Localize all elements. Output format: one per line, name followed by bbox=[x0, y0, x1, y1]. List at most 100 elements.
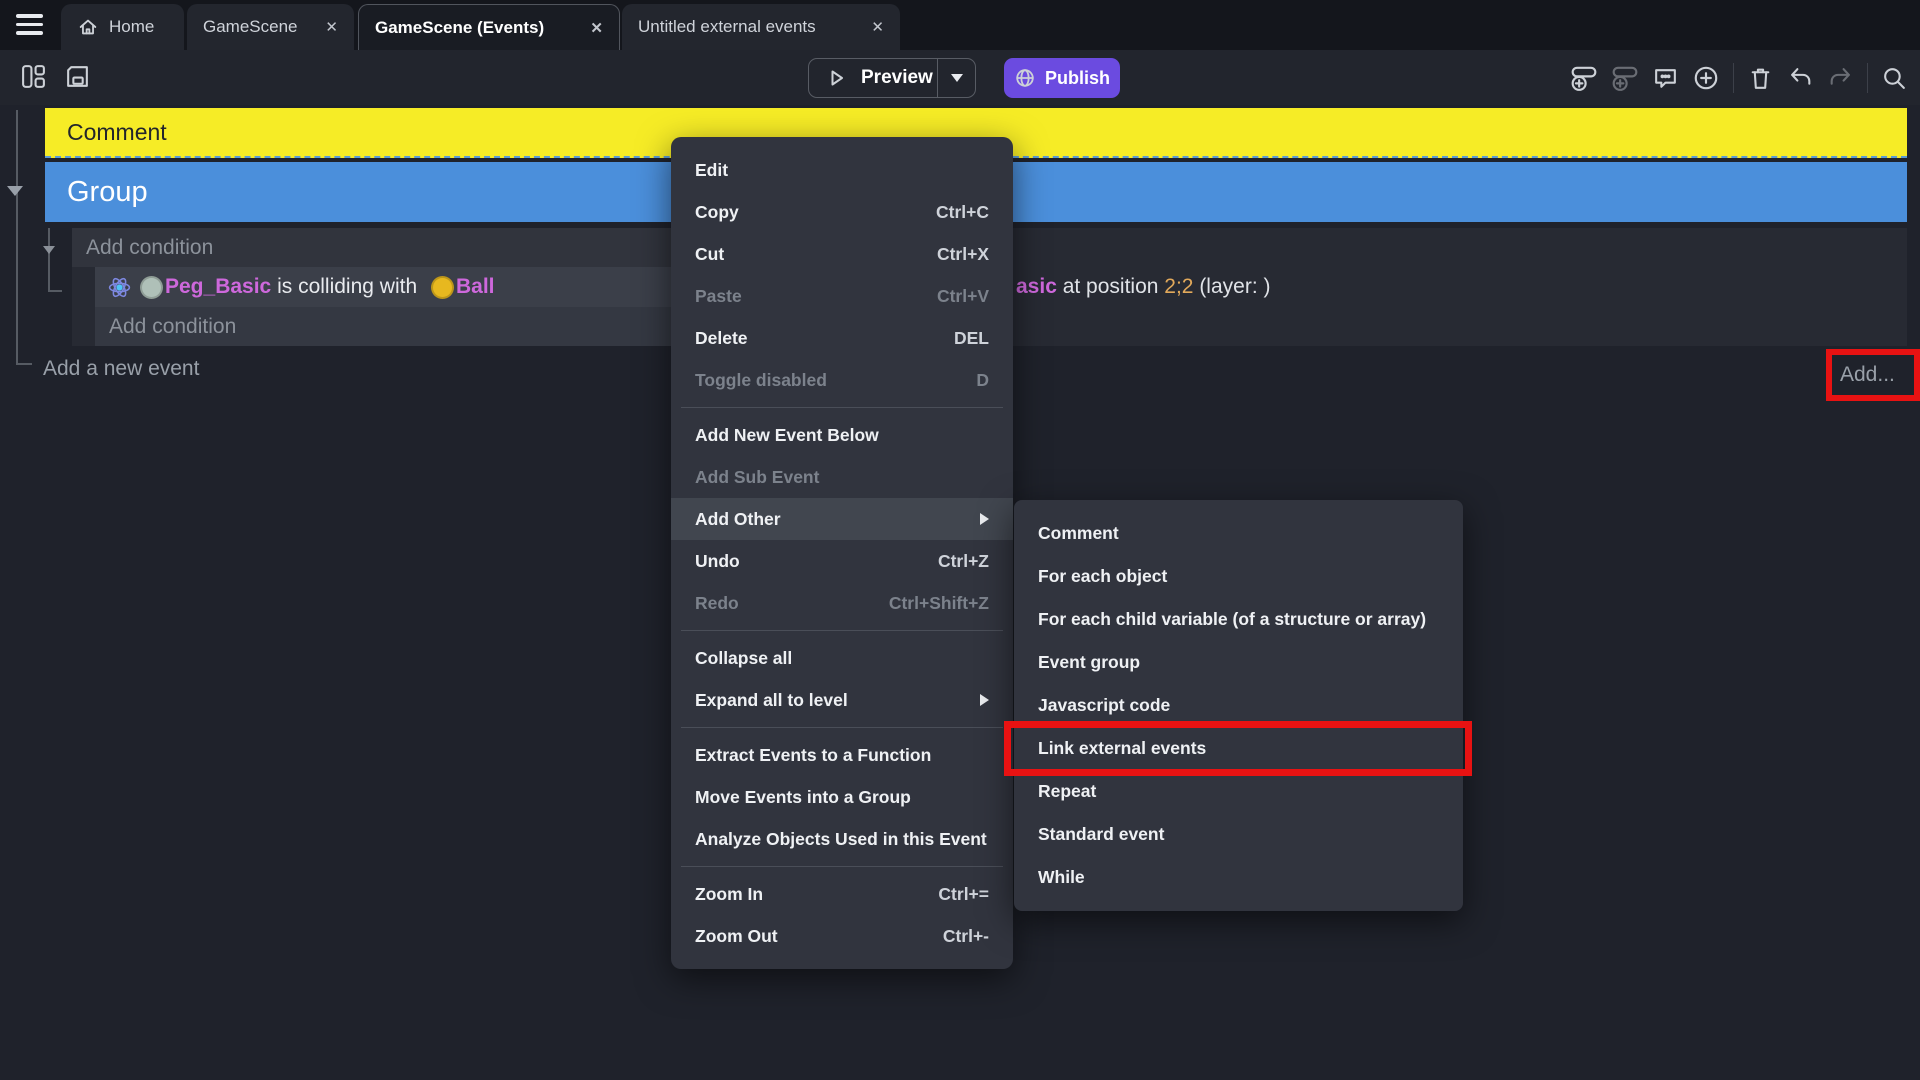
menu-item-paste[interactable]: Paste Ctrl+V bbox=[671, 275, 1013, 317]
menu-item-move-events-into-a-group[interactable]: Move Events into a Group bbox=[671, 776, 1013, 818]
menu-item-for-each-child-variable-of-a-structure-or-array[interactable]: For each child variable (of a structure … bbox=[1014, 598, 1463, 641]
project-manager-panels-icon[interactable] bbox=[20, 63, 47, 90]
menu-item-label: Extract Events to a Function bbox=[695, 745, 931, 766]
menu-item-analyze-objects-used-in-this-event[interactable]: Analyze Objects Used in this Event bbox=[671, 818, 1013, 860]
search-icon[interactable] bbox=[1881, 65, 1908, 92]
menu-item-event-group[interactable]: Event group bbox=[1014, 641, 1463, 684]
menu-item-shortcut: DEL bbox=[954, 328, 989, 349]
menu-item-shortcut: Ctrl+V bbox=[937, 286, 989, 307]
menu-item-toggle-disabled[interactable]: Toggle disabledD bbox=[671, 359, 1013, 401]
menu-item-link-external-events[interactable]: Link external events bbox=[1014, 727, 1463, 770]
menu-item-extract-events-to-a-function[interactable]: Extract Events to a Function bbox=[671, 734, 1013, 776]
menu-item-label: While bbox=[1038, 867, 1085, 888]
menu-item-javascript-code[interactable]: Javascript code bbox=[1014, 684, 1463, 727]
menu-item-label: Comment bbox=[1038, 523, 1119, 544]
close-icon[interactable] bbox=[871, 18, 884, 36]
tab-label: GameScene bbox=[203, 17, 298, 37]
condition-text: Peg_Basic is colliding with Ball bbox=[132, 275, 494, 299]
context-menu: Edit CopyCtrl+CCutCtrl+X Paste Ctrl+V Delete… bbox=[671, 137, 1013, 969]
close-icon[interactable] bbox=[325, 18, 338, 36]
main-menu-icon[interactable] bbox=[16, 14, 43, 36]
save-icon[interactable] bbox=[64, 63, 91, 90]
submenu-arrow-icon bbox=[980, 513, 989, 525]
menu-item-label: Standard event bbox=[1038, 824, 1164, 845]
menu-item-for-each-object[interactable]: For each object bbox=[1014, 555, 1463, 598]
text-segment: asic bbox=[1016, 275, 1057, 299]
chevron-down-icon bbox=[951, 74, 963, 82]
menu-item-standard-event[interactable]: Standard event bbox=[1014, 813, 1463, 856]
action-fragment[interactable]: asic at position 2;2 (layer: ) bbox=[1016, 267, 1271, 307]
menu-item-delete[interactable]: DeleteDEL bbox=[671, 317, 1013, 359]
menu-separator bbox=[681, 630, 1003, 631]
close-icon[interactable] bbox=[590, 19, 603, 37]
add-other-event-icon[interactable] bbox=[1692, 64, 1720, 92]
menu-item-collapse-all[interactable]: Collapse all bbox=[671, 637, 1013, 679]
menu-item-label: Undo bbox=[695, 551, 740, 572]
collapse-arrow-icon[interactable] bbox=[7, 186, 23, 196]
add-button[interactable]: Add... bbox=[1840, 363, 1895, 387]
tab-untitled-external-events[interactable]: Untitled external events bbox=[622, 4, 900, 50]
menu-item-repeat[interactable]: Repeat bbox=[1014, 770, 1463, 813]
tab-gamescene[interactable]: GameScene bbox=[187, 4, 354, 50]
menu-item-label: For each object bbox=[1038, 566, 1167, 587]
divider bbox=[1867, 63, 1868, 93]
submenu-arrow-icon bbox=[980, 694, 989, 706]
collapse-arrow-icon[interactable] bbox=[43, 246, 55, 254]
menu-separator bbox=[681, 407, 1003, 408]
preview-label: Preview bbox=[861, 67, 933, 89]
menu-item-redo[interactable]: RedoCtrl+Shift+Z bbox=[671, 582, 1013, 624]
menu-item-label: Zoom Out bbox=[695, 926, 778, 947]
add-sub-event-icon[interactable] bbox=[1611, 64, 1639, 92]
tab-gamescene-events[interactable]: GameScene (Events) bbox=[358, 4, 620, 50]
add-comment-icon[interactable] bbox=[1652, 65, 1679, 92]
undo-icon[interactable] bbox=[1787, 65, 1814, 92]
tree-line bbox=[16, 363, 32, 365]
delete-icon[interactable] bbox=[1747, 65, 1774, 92]
publish-label: Publish bbox=[1045, 68, 1110, 89]
tab-home[interactable]: Home bbox=[61, 4, 184, 50]
menu-item-label: Edit bbox=[695, 160, 728, 181]
menu-item-zoom-in[interactable]: Zoom In Ctrl+= bbox=[671, 873, 1013, 915]
menu-item-label: Event group bbox=[1038, 652, 1140, 673]
menu-item-label: Link external events bbox=[1038, 738, 1206, 759]
group-title: Group bbox=[67, 176, 148, 209]
add-event-icon[interactable] bbox=[1570, 64, 1598, 92]
preview-options-dropdown[interactable] bbox=[938, 59, 975, 97]
redo-icon[interactable] bbox=[1827, 65, 1854, 92]
add-new-event-link[interactable]: Add a new event bbox=[43, 357, 199, 381]
menu-item-add-other[interactable]: Add Other bbox=[671, 498, 1013, 540]
tree-line bbox=[16, 110, 18, 363]
menu-item-label: Zoom In bbox=[695, 884, 763, 905]
menu-item-shortcut: Ctrl+C bbox=[936, 202, 989, 223]
menu-item-add-sub-event[interactable]: Add Sub Event bbox=[671, 456, 1013, 498]
menu-item-cut[interactable]: CutCtrl+X bbox=[671, 233, 1013, 275]
menu-item-copy[interactable]: CopyCtrl+C bbox=[671, 191, 1013, 233]
tree-line bbox=[48, 290, 62, 292]
text-segment: 2;2 bbox=[1164, 275, 1193, 299]
menu-item-label: Paste bbox=[695, 286, 742, 307]
add-condition-label: Add condition bbox=[86, 236, 213, 260]
menu-item-label: Javascript code bbox=[1038, 695, 1170, 716]
menu-item-shortcut: Ctrl+= bbox=[938, 884, 989, 905]
menu-item-comment[interactable]: Comment bbox=[1014, 512, 1463, 555]
menu-item-label: Add Sub Event bbox=[695, 467, 819, 488]
menu-item-shortcut: Ctrl+Shift+Z bbox=[889, 593, 989, 614]
object-thumbnail bbox=[140, 276, 163, 299]
annotation-red-box-add: Add... bbox=[1826, 349, 1920, 401]
tab-label: GameScene (Events) bbox=[375, 18, 544, 38]
menu-item-label: Collapse all bbox=[695, 648, 792, 669]
comment-text: Comment bbox=[67, 119, 167, 146]
menu-item-undo[interactable]: UndoCtrl+Z bbox=[671, 540, 1013, 582]
publish-button[interactable]: Publish bbox=[1004, 58, 1120, 98]
menu-item-shortcut: Ctrl+X bbox=[937, 244, 989, 265]
physics-collision-icon bbox=[107, 275, 132, 300]
menu-item-edit[interactable]: Edit bbox=[671, 149, 1013, 191]
menu-item-add-new-event-below[interactable]: Add New Event Below bbox=[671, 414, 1013, 456]
preview-button[interactable]: Preview bbox=[808, 58, 976, 98]
menu-item-label: Repeat bbox=[1038, 781, 1096, 802]
menu-item-expand-all-to-level[interactable]: Expand all to level bbox=[671, 679, 1013, 721]
menu-item-zoom-out[interactable]: Zoom OutCtrl+- bbox=[671, 915, 1013, 957]
divider bbox=[1733, 63, 1734, 93]
text-segment: is colliding with bbox=[271, 275, 423, 299]
menu-item-while[interactable]: While bbox=[1014, 856, 1463, 899]
